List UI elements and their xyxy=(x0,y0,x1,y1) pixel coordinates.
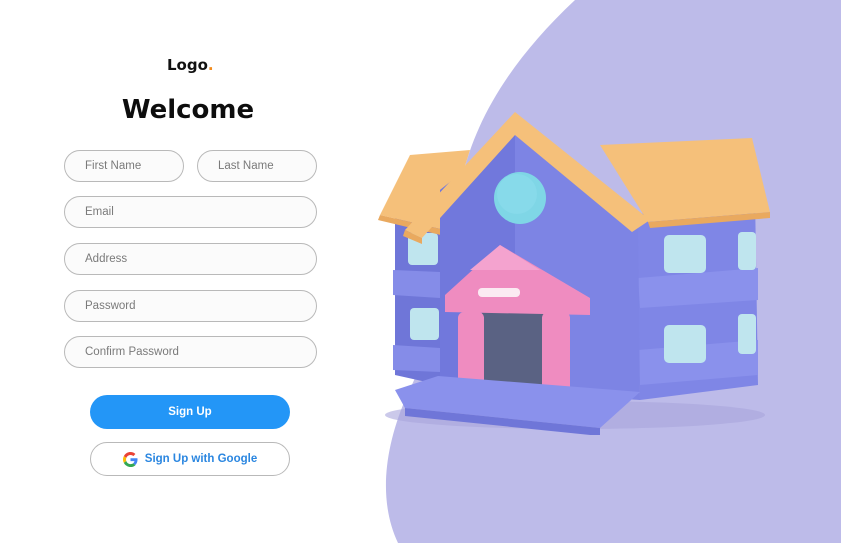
logo: Logo. xyxy=(167,56,214,74)
last-name-field[interactable] xyxy=(197,150,317,182)
sign-up-button[interactable]: Sign Up xyxy=(90,395,290,429)
address-field[interactable] xyxy=(64,243,317,275)
confirm-password-field[interactable] xyxy=(64,336,317,368)
logo-dot: . xyxy=(207,56,214,74)
password-field[interactable] xyxy=(64,290,317,322)
house-illustration xyxy=(378,112,770,435)
logo-text: Logo xyxy=(167,56,208,74)
google-sign-up-label: Sign Up with Google xyxy=(144,453,258,465)
first-name-field[interactable] xyxy=(64,150,184,182)
google-g-icon xyxy=(122,451,138,467)
google-sign-up-button[interactable]: Sign Up with Google xyxy=(90,442,290,476)
page-title: Welcome xyxy=(121,95,255,125)
email-field[interactable] xyxy=(64,196,317,228)
